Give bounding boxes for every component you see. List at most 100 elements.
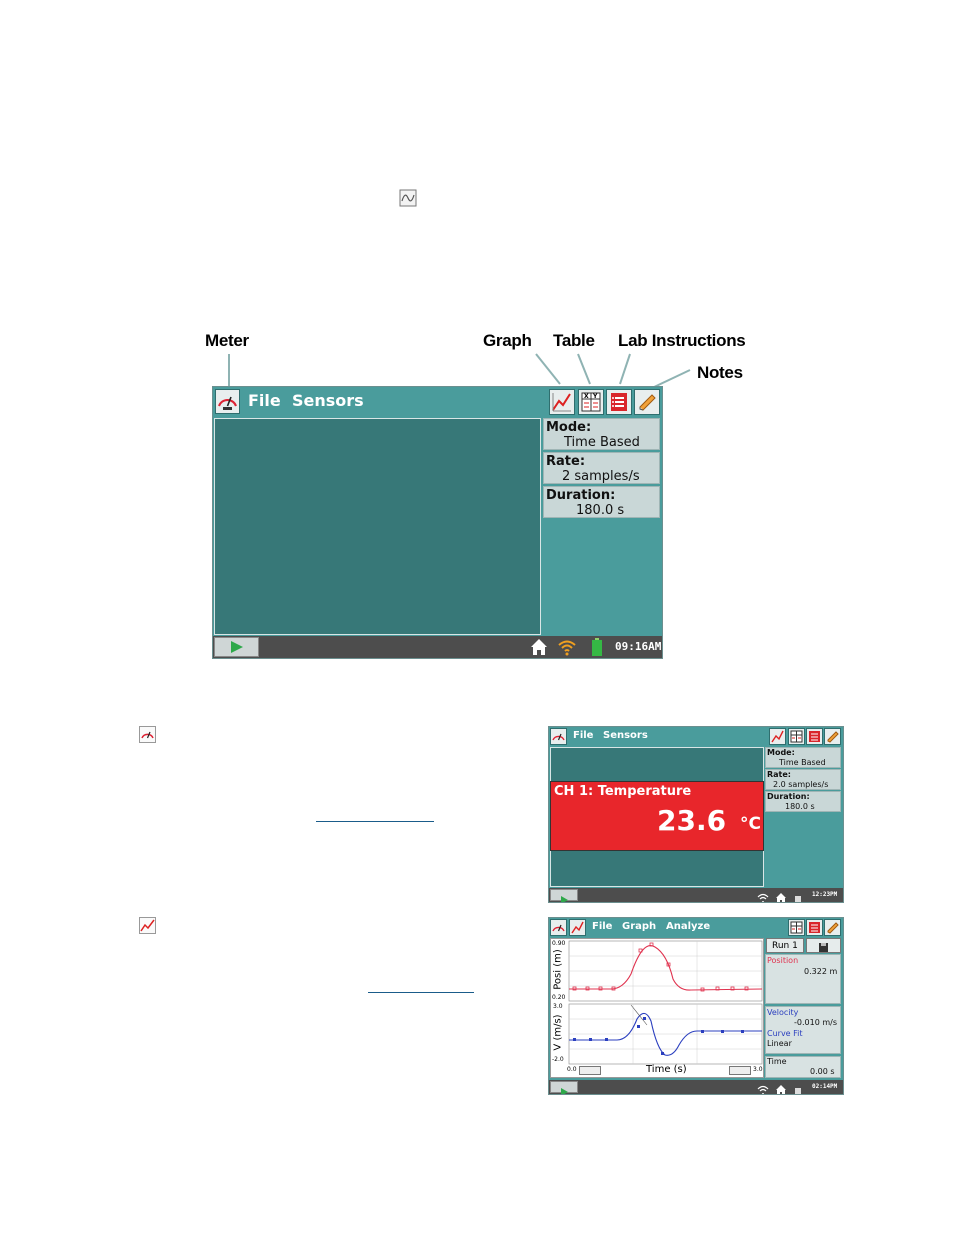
- meter-menu-sensors[interactable]: Sensors: [603, 730, 648, 741]
- graph-lab-instructions-button[interactable]: [806, 919, 823, 936]
- graph-notes-button[interactable]: [824, 919, 841, 936]
- graph-table-button[interactable]: [788, 919, 805, 936]
- meter-battery-icon: [795, 890, 801, 902]
- position-axis-label: Posi (m): [552, 949, 564, 990]
- meter-duration-info[interactable]: Duration: 180.0 s: [765, 791, 841, 812]
- menu-file[interactable]: File: [248, 391, 281, 410]
- graph-active-icon[interactable]: [569, 919, 586, 936]
- run-label: Run 1: [772, 941, 798, 951]
- meter-mode-value: Time Based: [779, 758, 826, 767]
- meter-rate-info[interactable]: Rate: 2.0 samples/s: [765, 769, 841, 790]
- meter-clock: 12:23PM: [812, 891, 838, 898]
- duration-info[interactable]: Duration: 180.0 s: [543, 486, 660, 518]
- graph-menu-graph[interactable]: Graph: [622, 921, 656, 932]
- graph-plot-area[interactable]: 0.90 0.20 Posi (m) 3.0 -2.0 V (m/s) 0.0 …: [550, 938, 764, 1078]
- battery-icon: [592, 638, 602, 656]
- channel-label: CH 1: Temperature: [554, 784, 692, 799]
- main-title-bar: File Sensors XY: [213, 387, 662, 417]
- velocity-axis-label: V (m/s): [552, 1014, 564, 1051]
- position-readout[interactable]: Position 0.322 m: [765, 954, 841, 1004]
- main-screen: File Sensors XY Mode: Time Based Rate: 2…: [212, 386, 663, 659]
- curve-fit-label: Curve Fit: [767, 1029, 803, 1038]
- rate-label: Rate:: [546, 454, 586, 469]
- graph-battery-icon: [795, 1082, 801, 1094]
- time-readout[interactable]: Time 0.00 s: [765, 1056, 841, 1078]
- meter-notes-button[interactable]: [824, 728, 841, 745]
- clock: 09:16AM: [615, 640, 662, 653]
- meter-icon-small[interactable]: [550, 728, 567, 745]
- menu-sensors[interactable]: Sensors: [292, 391, 364, 410]
- callout-graph: Graph: [483, 331, 532, 350]
- graph-meter-icon[interactable]: [550, 919, 567, 936]
- meter-icon[interactable]: [215, 389, 240, 414]
- meter-rate-label: Rate:: [767, 770, 792, 779]
- callout-line-lab: [619, 353, 631, 385]
- main-display-area: [214, 418, 541, 635]
- graph-home-icon[interactable]: [775, 1081, 787, 1094]
- velocity-value: -0.010 m/s: [794, 1018, 837, 1027]
- meter-lab-instructions-button[interactable]: [806, 728, 823, 745]
- graph-title-bar: File Graph Analyze: [549, 918, 843, 937]
- rate-value: 2 samples/s: [562, 469, 640, 484]
- graph-clock: 02:14PM: [812, 1083, 838, 1090]
- temperature-reading-panel[interactable]: CH 1: Temperature 23.6 °C: [550, 781, 764, 851]
- position-label: Position: [767, 956, 799, 965]
- x-axis-label: Time (s): [646, 1064, 687, 1075]
- graph-menu-analyze[interactable]: Analyze: [666, 921, 710, 932]
- x-scroll-right-button[interactable]: [729, 1066, 751, 1075]
- graph-menu-file[interactable]: File: [592, 921, 612, 932]
- curve-fit-value: Linear: [767, 1039, 792, 1048]
- meter-duration-label: Duration:: [767, 792, 810, 801]
- position-value: 0.322 m: [804, 967, 838, 976]
- graph-status-bar: 02:14PM: [549, 1080, 843, 1094]
- x-min-label: 0.0: [567, 1066, 577, 1073]
- temperature-unit: °C: [740, 814, 761, 834]
- meter-status-bar: 12:23PM: [549, 888, 843, 902]
- notes-button[interactable]: [634, 389, 660, 415]
- graph-button[interactable]: [549, 389, 575, 415]
- main-status-bar: 09:16AM: [213, 636, 662, 658]
- meter-mode-label: Mode:: [767, 748, 795, 757]
- meter-table-button[interactable]: [788, 728, 805, 745]
- graph-inline-icon-2: [139, 917, 156, 934]
- x-scroll-left-button[interactable]: [579, 1066, 601, 1075]
- graph-plots-svg: [568, 940, 763, 1065]
- meter-wifi-icon: [757, 889, 769, 902]
- rate-info[interactable]: Rate: 2 samples/s: [543, 452, 660, 484]
- meter-rate-value: 2.0 samples/s: [773, 780, 829, 789]
- meter-graph-button[interactable]: [769, 728, 786, 745]
- meter-inline-icon: [139, 726, 156, 743]
- callout-meter: Meter: [205, 331, 249, 350]
- meter-mode-info[interactable]: Mode: Time Based: [765, 747, 841, 768]
- lab-instructions-button[interactable]: [606, 389, 632, 415]
- start-collection-button[interactable]: [214, 637, 259, 657]
- table-button[interactable]: XY: [578, 389, 604, 415]
- meter-title-bar: File Sensors: [549, 727, 843, 746]
- hyperlink-underline-2[interactable]: [368, 992, 474, 993]
- time-label: Time: [767, 1057, 787, 1066]
- callout-line-graph: [535, 353, 561, 385]
- callout-line-table: [577, 353, 591, 385]
- meter-duration-value: 180.0 s: [785, 802, 815, 811]
- wifi-icon: [557, 638, 577, 656]
- graph-start-button[interactable]: [550, 1081, 578, 1094]
- save-icon[interactable]: [806, 938, 841, 953]
- svg-text:Y: Y: [592, 393, 598, 400]
- meter-menu-file[interactable]: File: [573, 730, 593, 741]
- mode-value: Time Based: [564, 435, 640, 450]
- run-selector[interactable]: Run 1: [766, 938, 804, 953]
- velocity-readout[interactable]: Velocity -0.010 m/s Curve Fit Linear: [765, 1006, 841, 1054]
- mode-info[interactable]: Mode: Time Based: [543, 418, 660, 450]
- callout-lab-instructions: Lab Instructions: [618, 331, 746, 350]
- home-icon[interactable]: [529, 637, 549, 657]
- meter-start-button[interactable]: [550, 889, 578, 902]
- graph-inline-icon: [399, 189, 417, 207]
- top-y-min: 0.20: [552, 994, 566, 1001]
- meter-home-icon[interactable]: [775, 889, 787, 902]
- duration-label: Duration:: [546, 488, 616, 503]
- graph-screen: File Graph Analyze 0.90 0.20 Posi (m) 3.…: [548, 917, 844, 1095]
- mode-label: Mode:: [546, 420, 592, 435]
- callout-table: Table: [553, 331, 595, 350]
- temperature-value: 23.6: [657, 804, 727, 837]
- hyperlink-underline-1[interactable]: [316, 821, 434, 822]
